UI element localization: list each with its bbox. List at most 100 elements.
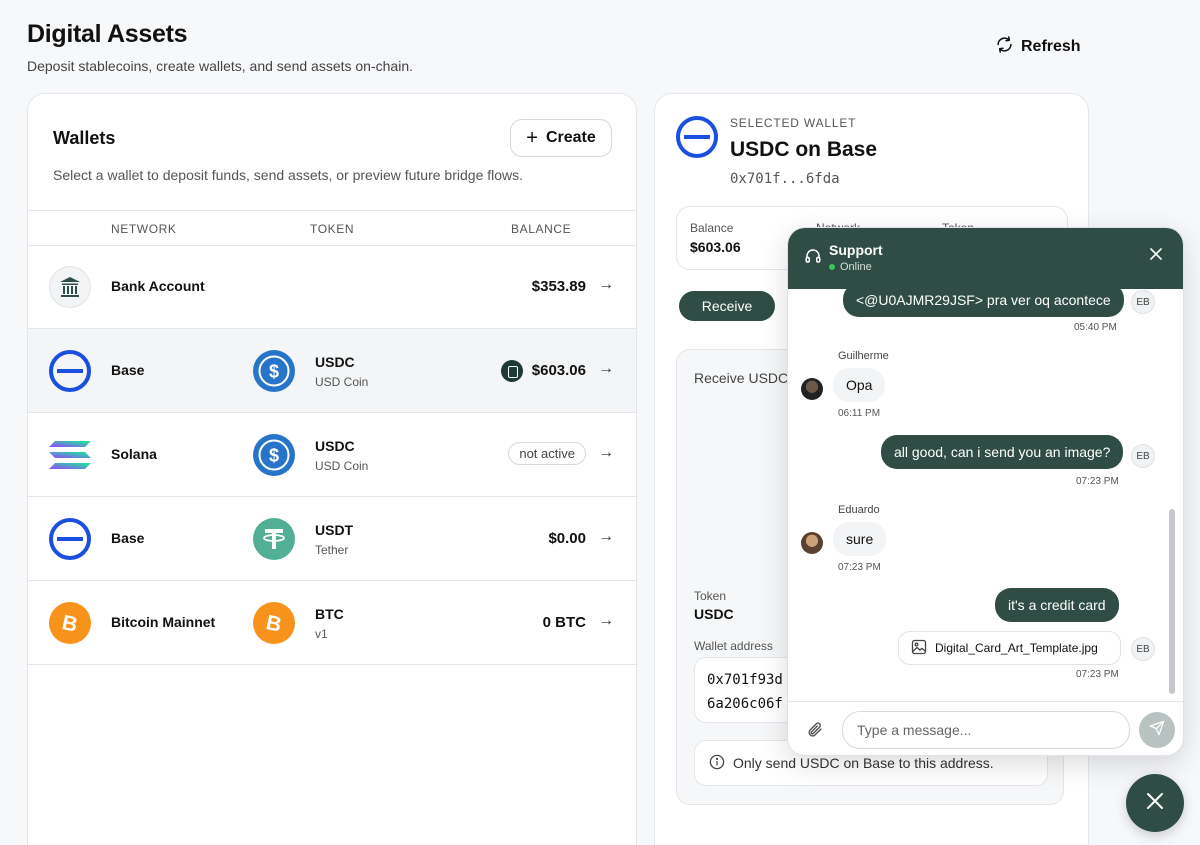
token-name: USD Coin [315, 459, 369, 473]
balance-value: $353.89 [531, 278, 586, 295]
image-icon [911, 639, 927, 658]
wallet-row-base-usdc[interactable]: Base $ USDC USD Coin $603.06 → [28, 329, 636, 413]
token-name: v1 [315, 627, 328, 641]
base-icon [49, 350, 91, 392]
message-time: 07:23 PM [1076, 669, 1119, 680]
usdc-icon: $ [253, 434, 295, 476]
table-header: NETWORK TOKEN BALANCE [28, 210, 636, 246]
usdc-icon: $ [253, 350, 295, 392]
support-chat: Support Online <@U0AJMR29JSF> pra ver oq… [787, 227, 1184, 756]
solana-icon [49, 434, 91, 476]
message-bubble-incoming: Opa [833, 368, 886, 402]
arrow-right-icon: → [598, 276, 614, 293]
message-time: 06:11 PM [838, 408, 881, 419]
balance-value: $603.06 [531, 362, 586, 379]
base-icon [676, 116, 718, 158]
svg-text:$: $ [269, 362, 279, 382]
tether-icon [253, 518, 295, 560]
send-button[interactable] [1139, 712, 1175, 748]
wallet-row-base-usdt[interactable]: Base USDT Tether $0.00 → [28, 497, 636, 581]
headset-icon [804, 247, 822, 270]
tab-receive[interactable]: Receive [679, 291, 775, 321]
message-list[interactable]: <@U0AJMR29JSF> pra ver oq acontece EB 05… [788, 289, 1183, 701]
message-sender: Guilherme [838, 350, 889, 362]
network-name: Base [111, 530, 145, 546]
avatar [801, 532, 823, 554]
refresh-button[interactable]: Refresh [996, 36, 1081, 58]
svg-text:$: $ [269, 446, 279, 466]
avatar: EB [1131, 637, 1155, 661]
message-bubble-outgoing: it's a credit card [995, 588, 1119, 622]
token-name: Tether [315, 543, 349, 557]
status-text: Online [840, 261, 872, 273]
warning-text: Only send USDC on Base to this address. [733, 755, 994, 771]
refresh-icon [996, 36, 1013, 58]
token-label: Token [694, 589, 727, 603]
token-symbol: USDC [315, 438, 355, 454]
network-name: Bitcoin Mainnet [111, 614, 216, 630]
send-icon [1149, 720, 1165, 741]
network-name: Base [111, 362, 145, 378]
receive-title: Receive USDC [694, 370, 789, 386]
column-header-network: NETWORK [111, 222, 177, 236]
chat-composer [788, 701, 1183, 755]
balance-value: $0.00 [548, 530, 586, 547]
wallet-row-solana-usdc[interactable]: Solana $ USDC USD Coin not active → [28, 413, 636, 497]
arrow-right-icon: → [598, 444, 614, 461]
message-bubble-incoming: sure [833, 522, 887, 556]
wallets-description: Select a wallet to deposit funds, send a… [53, 167, 524, 183]
paperclip-icon[interactable] [806, 721, 823, 743]
balance-label: Balance [690, 221, 734, 235]
wallet-badge-icon [501, 360, 523, 382]
message-time: 07:23 PM [1076, 476, 1119, 487]
message-time: 07:23 PM [838, 562, 881, 573]
message-sender: Eduardo [838, 504, 880, 516]
page-title: Digital Assets [27, 20, 188, 48]
token-symbol: USDC [315, 354, 355, 370]
message-bubble-outgoing: <@U0AJMR29JSF> pra ver oq acontece [843, 289, 1124, 317]
avatar [801, 378, 823, 400]
avatar: EB [1131, 444, 1155, 468]
token-symbol: BTC [315, 606, 344, 622]
close-icon [1145, 791, 1165, 816]
wallet-address-label: Wallet address [694, 639, 773, 653]
base-icon [49, 518, 91, 560]
create-wallet-button[interactable]: + Create [510, 119, 612, 157]
wallets-card: Wallets + Create Select a wallet to depo… [27, 93, 637, 845]
message-bubble-outgoing: all good, can i send you an image? [881, 435, 1124, 469]
message-time: 05:40 PM [1074, 322, 1117, 333]
status-badge: not active [508, 442, 586, 465]
balance-value: $603.06 [690, 239, 741, 255]
create-label: Create [545, 129, 596, 146]
file-name: Digital_Card_Art_Template.jpg [935, 641, 1098, 655]
selected-wallet-address: 0x701f...6fda [730, 171, 840, 187]
wallet-row-bitcoin[interactable]: B Bitcoin Mainnet B BTC v1 0 BTC → [28, 581, 636, 665]
bitcoin-icon: B [253, 602, 295, 644]
file-attachment[interactable]: Digital_Card_Art_Template.jpg [898, 631, 1121, 665]
balance-value: 0 BTC [542, 614, 586, 631]
chat-title: Support [829, 242, 883, 258]
chat-header: Support Online [788, 228, 1183, 289]
wallet-row-bank-account[interactable]: Bank Account $353.89 → [28, 245, 636, 329]
arrow-right-icon: → [598, 612, 614, 629]
page-subtitle: Deposit stablecoins, create wallets, and… [27, 58, 413, 74]
scrollbar[interactable] [1169, 509, 1175, 694]
bank-icon [49, 266, 91, 308]
token-name: USD Coin [315, 375, 369, 389]
arrow-right-icon: → [598, 528, 614, 545]
arrow-right-icon: → [598, 360, 614, 377]
wallets-title: Wallets [53, 128, 116, 148]
bitcoin-icon: B [49, 602, 91, 644]
close-icon[interactable] [1149, 247, 1163, 266]
network-name: Bank Account [111, 278, 205, 294]
chat-toggle-button[interactable] [1126, 774, 1184, 832]
column-header-balance: BALANCE [511, 222, 572, 236]
message-input[interactable] [842, 711, 1130, 749]
info-icon [709, 754, 725, 773]
selected-wallet-label: SELECTED WALLET [730, 116, 857, 130]
refresh-label: Refresh [1021, 38, 1081, 55]
token-symbol: USDT [315, 522, 354, 538]
online-dot-icon [829, 264, 835, 270]
token-value: USDC [694, 606, 734, 622]
selected-wallet-title: USDC on Base [730, 138, 878, 161]
